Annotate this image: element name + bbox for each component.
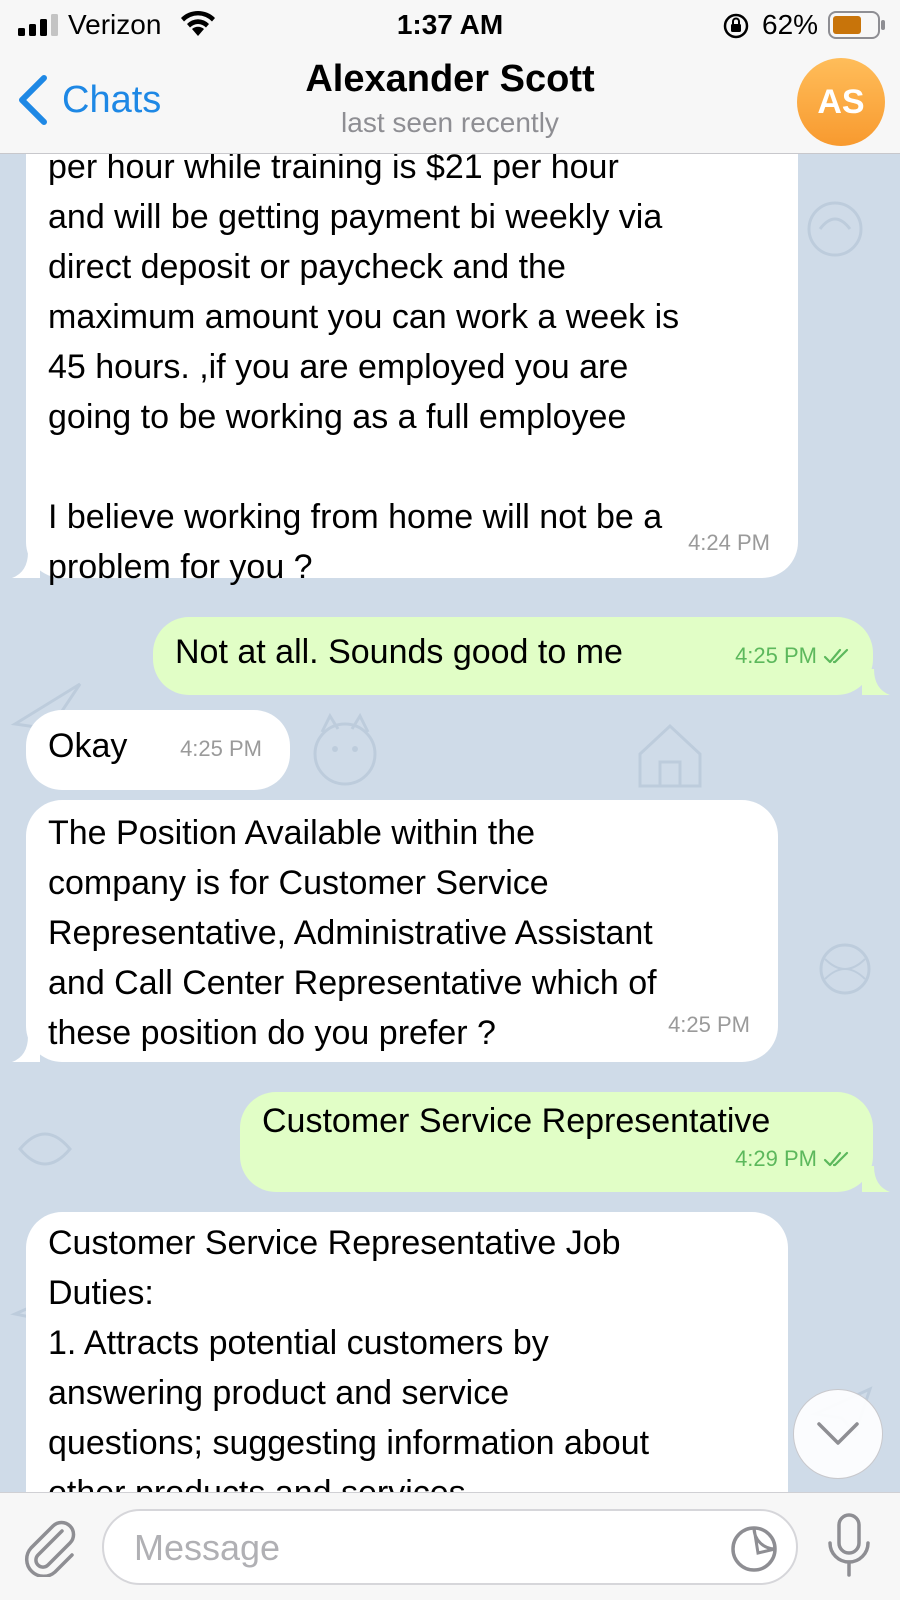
message-input[interactable] <box>134 1527 694 1569</box>
message-text: Not at all. Sounds good to me <box>175 633 623 671</box>
message-text: Okay <box>48 727 128 765</box>
message-text: per hour while training is $21 per hour … <box>48 154 680 586</box>
orientation-lock-icon <box>723 13 749 39</box>
scroll-down-chevron-icon <box>817 1422 859 1445</box>
double-check-icon <box>823 1151 849 1167</box>
battery-percentage: 62% <box>762 9 819 40</box>
message-time: 4:25 PM <box>180 736 262 761</box>
message-text: Customer Service Representative <box>262 1102 771 1140</box>
message-time: 4:29 PM <box>735 1146 817 1171</box>
message-bubble-incoming[interactable]: Okay 4:25 PM <box>26 710 290 790</box>
wallpaper-doodle <box>807 201 863 257</box>
back-label: Chats <box>62 78 162 121</box>
message-meta: 4:29 PM <box>735 1134 853 1184</box>
message-bubble-outgoing[interactable]: Not at all. Sounds good to me 4:25 PM <box>153 617 873 695</box>
input-bar <box>0 1492 900 1600</box>
wallpaper-doodle <box>638 723 702 788</box>
chat-header: Chats Alexander Scott last seen recently… <box>0 50 900 154</box>
avatar[interactable]: AS <box>797 58 885 146</box>
message-time: 4:24 PM <box>688 530 770 555</box>
contact-status: last seen recently <box>341 107 559 138</box>
message-meta: 4:25 PM <box>735 631 853 681</box>
message-text: Customer Service Representative Job Duti… <box>48 1224 650 1492</box>
paperclip-icon[interactable] <box>20 1515 82 1577</box>
bubble-tail <box>12 1036 40 1062</box>
sticker-icon[interactable] <box>728 1523 780 1575</box>
message-time: 4:25 PM <box>735 643 817 668</box>
bubble-tail <box>862 669 890 695</box>
message-field[interactable] <box>102 1509 798 1585</box>
message-time: 4:25 PM <box>668 1012 750 1037</box>
message-bubble-incoming[interactable]: The Position Available within the compan… <box>26 800 778 1062</box>
wallpaper-doodle <box>313 712 377 786</box>
back-button[interactable]: Chats <box>16 72 161 128</box>
scroll-to-bottom-button[interactable] <box>793 1389 883 1479</box>
bubble-tail <box>12 552 40 578</box>
microphone-icon[interactable] <box>822 1511 876 1581</box>
status-bar: Verizon 1:37 AM 62% <box>0 0 900 50</box>
double-check-icon <box>823 648 849 664</box>
message-text: The Position Available within the compan… <box>48 814 657 1052</box>
wallpaper-doodle <box>819 943 871 995</box>
message-list[interactable]: per hour while training is $21 per hour … <box>0 154 900 1492</box>
wallpaper-doodle <box>18 1132 72 1166</box>
contact-name: Alexander Scott <box>305 58 595 100</box>
back-chevron-icon <box>19 75 47 125</box>
message-bubble-outgoing[interactable]: Customer Service Representative 4:29 PM <box>240 1092 873 1192</box>
bubble-tail <box>862 1166 890 1192</box>
chat-title[interactable]: Alexander Scott last seen recently <box>200 58 700 139</box>
message-bubble-incoming[interactable]: per hour while training is $21 per hour … <box>26 154 798 586</box>
message-bubble-incoming[interactable]: Customer Service Representative Job Duti… <box>26 1212 788 1492</box>
battery-icon <box>828 11 885 39</box>
